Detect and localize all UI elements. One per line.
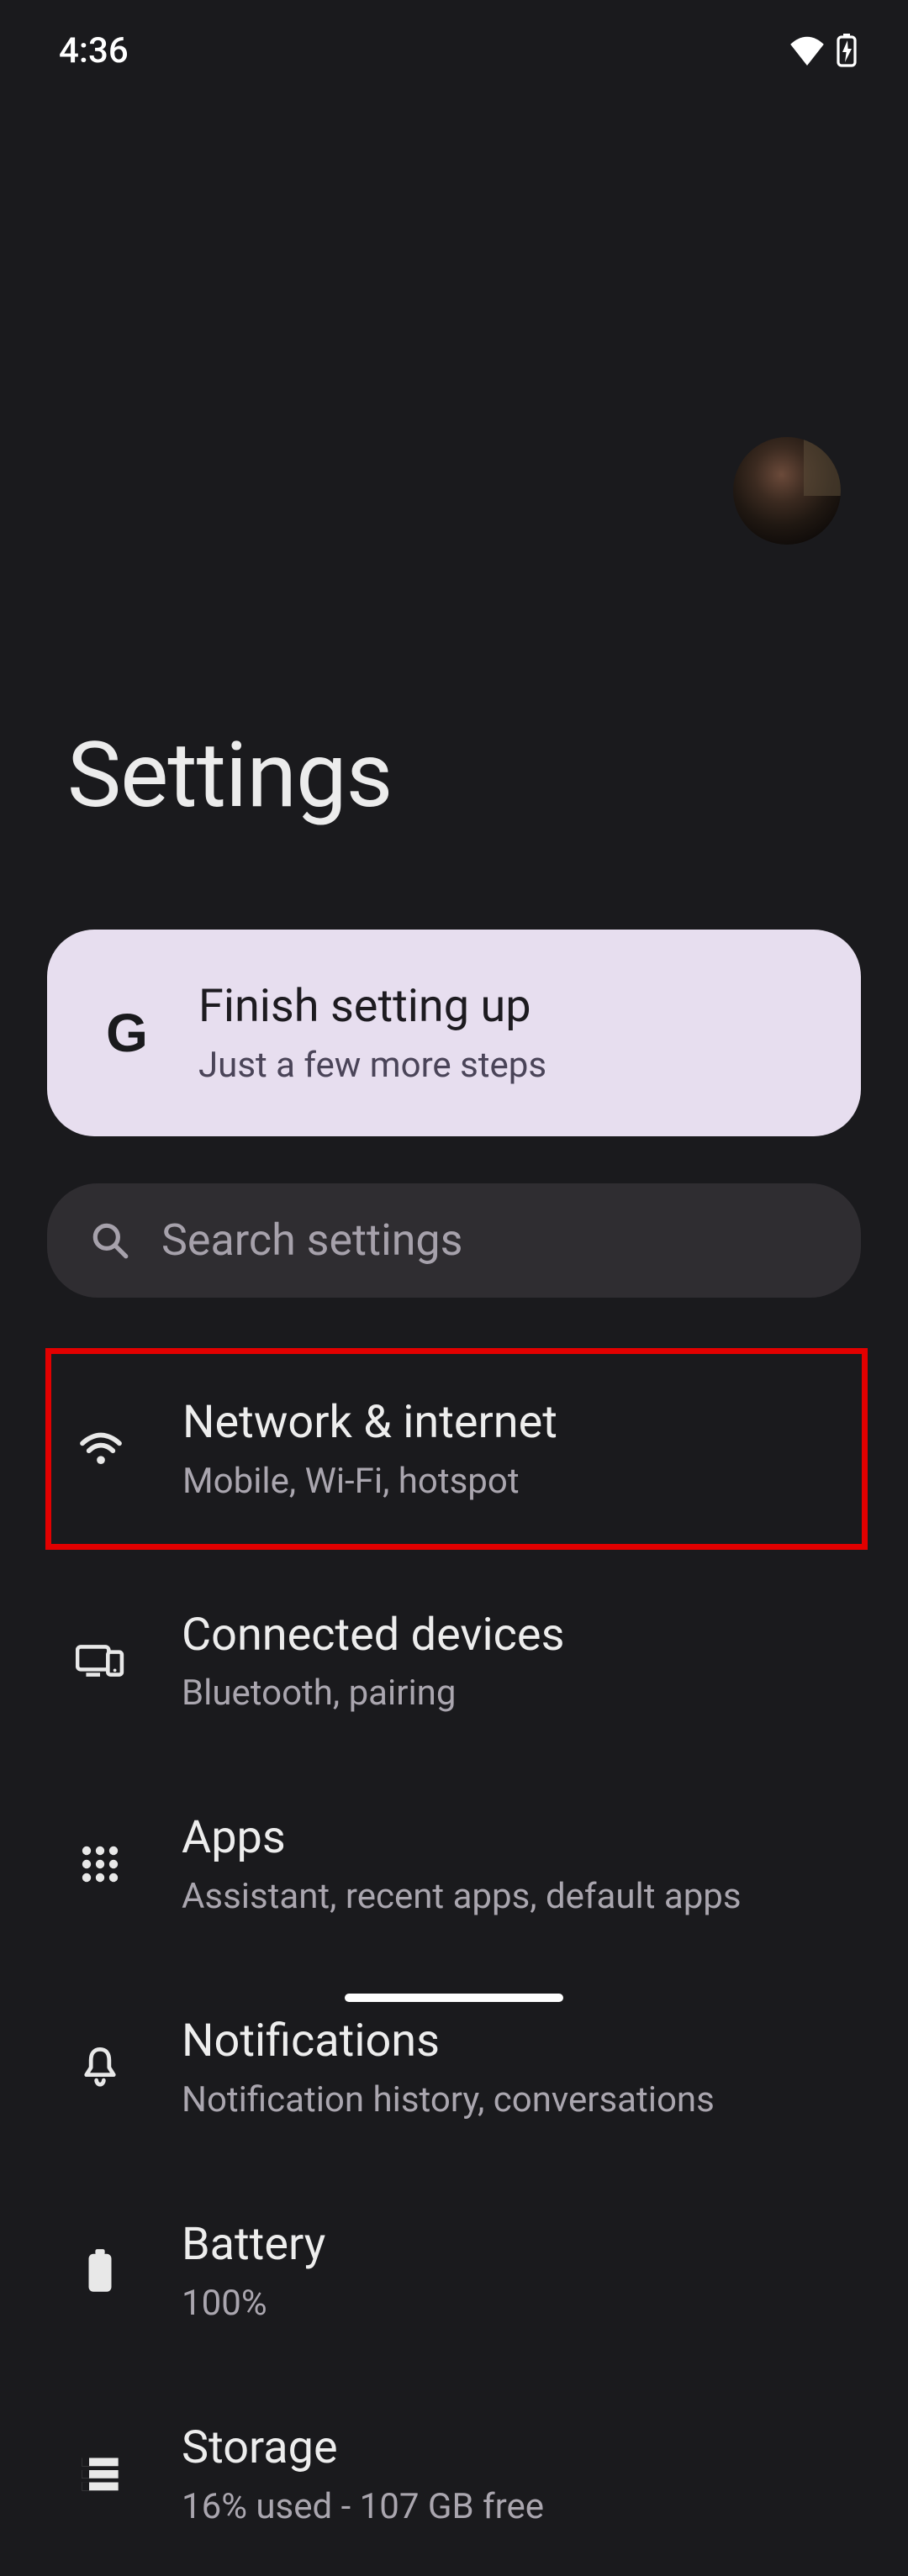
item-title: Battery [182,2218,325,2273]
status-bar: 4:36 [0,0,908,84]
item-title: Apps [182,1811,742,1866]
battery-icon [71,2241,129,2300]
devices-icon [71,1631,129,1690]
item-title: Connected devices [182,1609,564,1663]
apps-grid-icon [71,1835,129,1894]
settings-list: Network & internet Mobile, Wi-Fi, hotspo… [0,1348,908,2576]
item-subtitle: Assistant, recent apps, default apps [182,1876,742,1917]
settings-item-storage[interactable]: Storage 16% used - 107 GB free [0,2373,908,2576]
status-icons [789,34,858,67]
gesture-nav-bar[interactable] [345,1994,563,2002]
status-time: 4:36 [59,30,129,71]
item-subtitle: Mobile, Wi-Fi, hotspot [182,1461,557,1502]
item-title: Network & internet [182,1396,557,1451]
item-subtitle: Bluetooth, pairing [182,1673,564,1714]
banner-title: Finish setting up [198,980,546,1035]
storage-icon [71,2445,129,2504]
battery-charging-icon [836,34,858,67]
settings-item-network[interactable]: Network & internet Mobile, Wi-Fi, hotspo… [45,1348,868,1550]
search-settings[interactable]: Search settings [47,1183,861,1298]
search-icon [89,1220,131,1262]
item-title: Notifications [182,2015,715,2069]
wifi-icon [71,1420,130,1478]
finish-setup-banner[interactable]: G Finish setting up Just a few more step… [47,930,861,1136]
profile-avatar[interactable] [733,437,841,545]
wifi-status-icon [789,35,826,66]
settings-item-connected-devices[interactable]: Connected devices Bluetooth, pairing [0,1560,908,1763]
bell-icon [71,2038,129,2097]
settings-item-battery[interactable]: Battery 100% [0,2169,908,2373]
banner-subtitle: Just a few more steps [198,1045,546,1086]
item-subtitle: Notification history, conversations [182,2079,715,2120]
settings-item-apps[interactable]: Apps Assistant, recent apps, default app… [0,1762,908,1966]
google-icon: G [98,1004,156,1062]
search-placeholder: Search settings [161,1214,462,1266]
item-subtitle: 16% used - 107 GB free [182,2486,544,2527]
item-title: Storage [182,2421,544,2476]
item-subtitle: 100% [182,2283,325,2324]
